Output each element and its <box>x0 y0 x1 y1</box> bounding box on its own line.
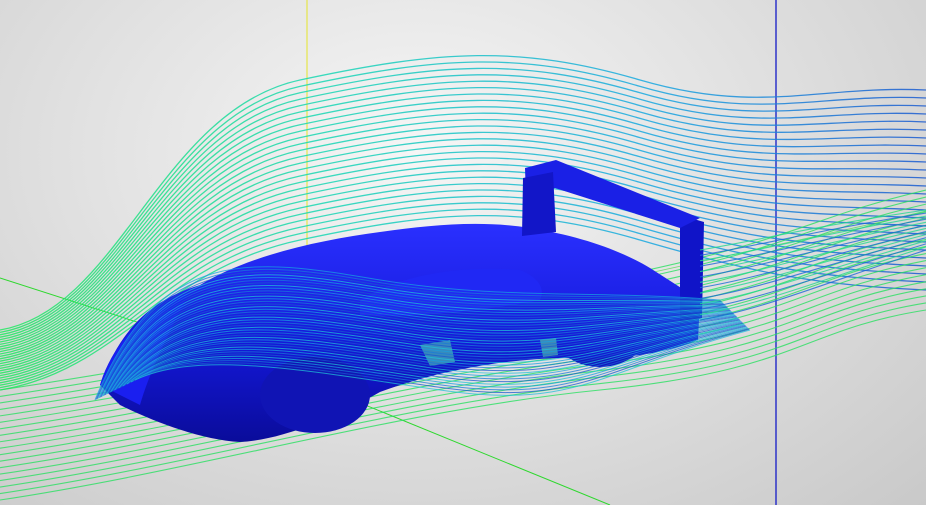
front-wheel <box>260 357 370 433</box>
cfd-viewport[interactable] <box>0 0 926 505</box>
streamline <box>699 218 926 267</box>
cfd-scene <box>0 0 926 505</box>
rear-wing-pillar <box>522 172 556 236</box>
